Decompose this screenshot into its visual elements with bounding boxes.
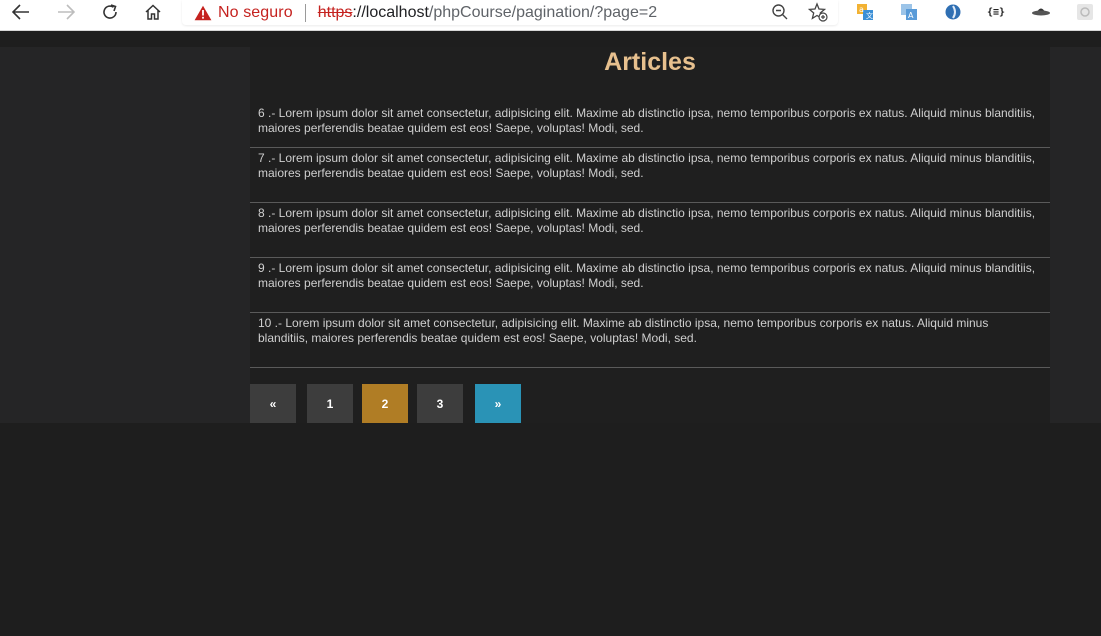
browser-toolbar: No seguro https://localhost/phpCourse/pa… [0,0,1101,31]
svg-text:文: 文 [866,11,873,20]
zoom-out-icon[interactable] [768,0,792,24]
translate-alt-extension-icon[interactable]: A [897,0,921,24]
article-list: 6 .- Lorem ipsum dolor sit amet consecte… [250,103,1050,368]
settings-extension-icon[interactable] [1073,0,1097,24]
page-button-2[interactable]: 2 [362,384,408,423]
url-path: /phpCourse/pagination/?page=2 [428,3,658,21]
article-item: 10 .- Lorem ipsum dolor sit amet consect… [250,313,1050,368]
articles-container: Articles 6 .- Lorem ipsum dolor sit amet… [250,47,1050,423]
translate-extension-icon[interactable]: a文 [853,0,877,24]
article-item: 6 .- Lorem ipsum dolor sit amet consecte… [250,103,1050,148]
article-item: 8 .- Lorem ipsum dolor sit amet consecte… [250,203,1050,258]
svg-text:a: a [859,5,864,14]
prev-page-button[interactable]: « [250,384,296,423]
page-button-3[interactable]: 3 [417,384,463,423]
forward-icon[interactable] [51,0,81,24]
json-extension-icon[interactable]: {≡} [984,0,1008,24]
address-divider [304,3,306,22]
favorites-add-icon[interactable] [806,0,830,24]
next-page-button[interactable]: » [475,384,521,423]
article-item: 9 .- Lorem ipsum dolor sit amet consecte… [250,258,1050,313]
svg-text:A: A [908,11,914,20]
ufo-extension-icon[interactable] [1029,0,1053,24]
address-bar[interactable]: No seguro https://localhost/phpCourse/pa… [182,0,838,25]
back-icon[interactable] [6,0,36,24]
warning-icon [194,5,212,21]
url-scheme: https [317,3,353,21]
circle-extension-icon[interactable] [941,0,965,24]
not-secure-label[interactable]: No seguro [218,4,293,22]
url-text[interactable]: https://localhost/phpCourse/pagination/?… [318,4,657,22]
home-icon[interactable] [138,0,168,24]
article-item: 7 .- Lorem ipsum dolor sit amet consecte… [250,148,1050,203]
page-button-1[interactable]: 1 [307,384,353,423]
url-host: ://localhost [352,3,429,21]
reload-icon[interactable] [95,0,125,24]
page-title: Articles [604,48,696,76]
